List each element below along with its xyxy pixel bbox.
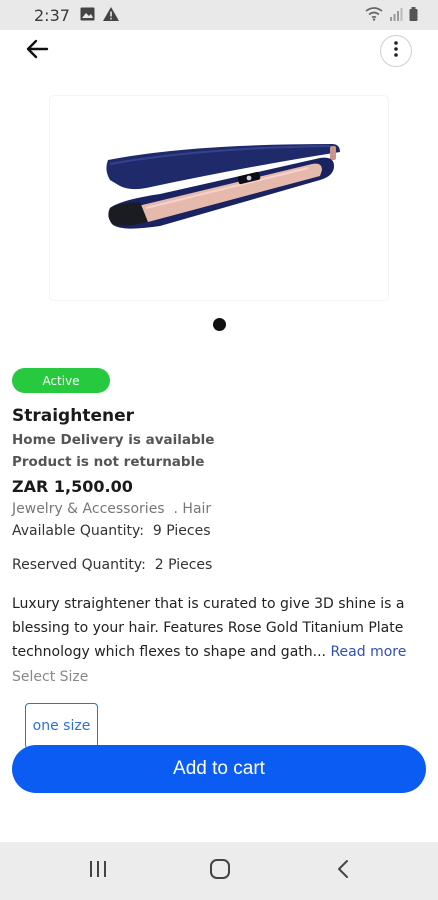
status-icons-left [80,6,119,25]
more-options-button[interactable] [380,35,412,67]
reserved-quantity: Reserved Quantity: 2 Pieces [12,557,212,573]
product-category: Jewelry & Accessories . Hair [12,501,211,517]
read-more-link[interactable]: Read more [330,644,406,660]
delivery-info: Home Delivery is available [12,432,215,448]
carousel-indicator [0,318,438,331]
straightener-illustration [106,144,341,229]
app-header [0,30,438,72]
nav-back-button[interactable] [328,856,358,886]
add-to-cart-button[interactable]: Add to cart [12,745,426,793]
available-quantity-label: Available Quantity: [12,523,145,539]
back-button[interactable] [22,36,52,66]
return-policy: Product is not returnable [12,454,205,470]
available-quantity-value: 9 Pieces [152,523,211,539]
more-vertical-icon [394,41,398,61]
recents-icon [88,860,108,882]
recents-button[interactable] [83,856,113,886]
product-image[interactable] [50,96,388,300]
system-nav-bar [0,842,438,900]
status-time: 2:37 [34,5,70,25]
warning-icon [102,6,119,25]
category-name: Jewelry & Accessories [12,501,165,517]
signal-icon [389,6,403,25]
product-title: Straightener [12,406,134,426]
home-icon [209,858,231,884]
home-button[interactable] [205,856,235,886]
back-nav-icon [336,859,350,883]
status-badge: Active [12,368,110,393]
status-icons-right [365,6,418,25]
product-description: Luxury straightener that is curated to g… [12,592,426,664]
arrow-left-icon [25,39,49,63]
available-quantity: Available Quantity: 9 Pieces [12,523,211,539]
carousel-dot-active[interactable] [212,318,226,331]
wifi-icon [365,6,383,25]
reserved-quantity-value: 2 Pieces [154,557,213,573]
status-bar: 2:37 [0,0,438,30]
select-size-label: Select Size [12,669,89,685]
product-price: ZAR 1,500.00 [12,477,133,496]
battery-icon [409,6,418,25]
size-option-one-size[interactable]: one size [25,703,98,749]
reserved-quantity-label: Reserved Quantity: [12,557,146,573]
subcategory-name: . Hair [173,501,212,517]
image-icon [80,6,95,25]
